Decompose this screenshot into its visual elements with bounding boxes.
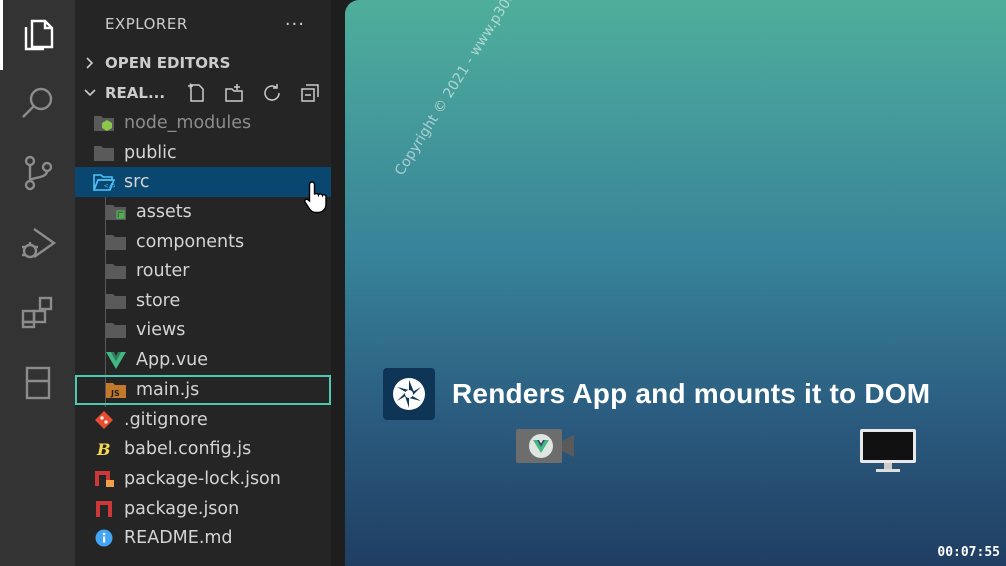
tree-item-src[interactable]: </> src [75, 167, 331, 197]
tree-item-gitignore[interactable]: .gitignore [75, 405, 331, 435]
search-activity-button[interactable] [0, 68, 75, 138]
tree-item-label: assets [136, 202, 192, 222]
new-file-icon[interactable] [185, 82, 207, 104]
vue-icon [105, 350, 127, 370]
chevron-down-icon [75, 86, 105, 100]
folder-icon [105, 320, 127, 340]
tree-item-public[interactable]: public [75, 138, 331, 168]
tree-item-label: node_modules [124, 113, 252, 133]
remote-explorer-icon [25, 366, 50, 400]
tree-item-components[interactable]: components [75, 227, 331, 257]
git-icon [93, 410, 115, 430]
npm-icon [93, 499, 115, 519]
tree-item-label: babel.config.js [124, 439, 252, 459]
files-icon [24, 19, 53, 51]
folder-icon [93, 143, 115, 163]
tree-item-label: main.js [136, 380, 200, 400]
babel-icon: B [93, 439, 115, 459]
tree-item-package-lock[interactable]: package-lock.json [75, 464, 331, 494]
tree-item-readme[interactable]: README.md [75, 523, 331, 553]
refresh-icon[interactable] [261, 82, 283, 104]
js-icon: JS [105, 380, 127, 400]
explorer-header: EXPLORER ··· [75, 0, 331, 48]
more-actions-icon[interactable]: ··· [285, 14, 305, 35]
svg-text:B: B [96, 440, 111, 459]
search-icon [21, 87, 52, 118]
tree-item-router[interactable]: router [75, 256, 331, 286]
src-folder-open-icon: </> [93, 172, 115, 192]
activity-bar [0, 0, 75, 566]
tree-item-node-modules[interactable]: node_modules [75, 108, 331, 138]
tree-item-assets[interactable]: assets [75, 197, 331, 227]
info-icon [93, 528, 115, 548]
node-folder-icon [93, 113, 115, 133]
tree-item-label: README.md [124, 528, 233, 548]
source-control-icon [24, 155, 52, 191]
video-caption: Renders App and mounts it to DOM [383, 368, 930, 420]
tree-item-store[interactable]: store [75, 286, 331, 316]
explorer-title: EXPLORER [105, 15, 188, 33]
run-debug-icon [21, 228, 56, 259]
tree-item-app-vue[interactable]: App.vue [75, 345, 331, 375]
explorer-activity-button[interactable] [0, 0, 75, 70]
project-label: REAL... [105, 84, 166, 102]
explorer-panel: EXPLORER ··· OPEN EDITORS REAL... node_m… [75, 0, 331, 566]
extensions-icon [21, 296, 52, 329]
collapse-all-icon[interactable] [299, 82, 321, 104]
folder-icon [105, 291, 127, 311]
tree-item-label: package.json [124, 499, 240, 519]
folder-icon [105, 232, 127, 252]
remote-explorer-activity-button[interactable] [0, 348, 75, 418]
assets-folder-icon [105, 202, 127, 222]
tree-item-label: package-lock.json [124, 469, 281, 489]
open-editors-label: OPEN EDITORS [105, 54, 231, 72]
new-folder-icon[interactable] [223, 82, 245, 104]
extensions-activity-button[interactable] [0, 278, 75, 348]
chevron-right-icon [75, 56, 105, 70]
tree-item-views[interactable]: views [75, 315, 331, 345]
folder-icon [105, 261, 127, 281]
svg-text:</>: </> [104, 182, 115, 190]
video-timestamp: 00:07:55 [937, 545, 1000, 560]
caption-text: Renders App and mounts it to DOM [452, 378, 931, 409]
tree-item-label: store [136, 291, 181, 311]
vue-camera-icon [516, 429, 574, 463]
project-section[interactable]: REAL... [75, 78, 331, 108]
aperture-logo-icon [383, 368, 435, 420]
npm-lock-icon [93, 469, 115, 489]
tree-item-label: views [136, 320, 186, 340]
tree-item-package-json[interactable]: package.json [75, 494, 331, 524]
hand-cursor-icon [304, 181, 327, 214]
monitor-icon [860, 429, 916, 472]
tree-item-label: src [124, 172, 150, 192]
explorer-scrollbar[interactable] [331, 0, 345, 566]
tree-item-babel-config[interactable]: B babel.config.js [75, 434, 331, 464]
open-editors-section[interactable]: OPEN EDITORS [75, 48, 331, 78]
tree-item-main-js[interactable]: JS main.js [75, 375, 331, 405]
tree-item-label: public [124, 143, 177, 163]
tree-item-label: components [136, 232, 245, 252]
tree-item-label: .gitignore [124, 410, 208, 430]
svg-text:JS: JS [110, 389, 120, 398]
source-control-activity-button[interactable] [0, 138, 75, 208]
run-debug-activity-button[interactable] [0, 208, 75, 278]
tree-item-label: App.vue [136, 350, 208, 370]
project-actions [185, 78, 321, 108]
tree-item-label: router [136, 261, 190, 281]
